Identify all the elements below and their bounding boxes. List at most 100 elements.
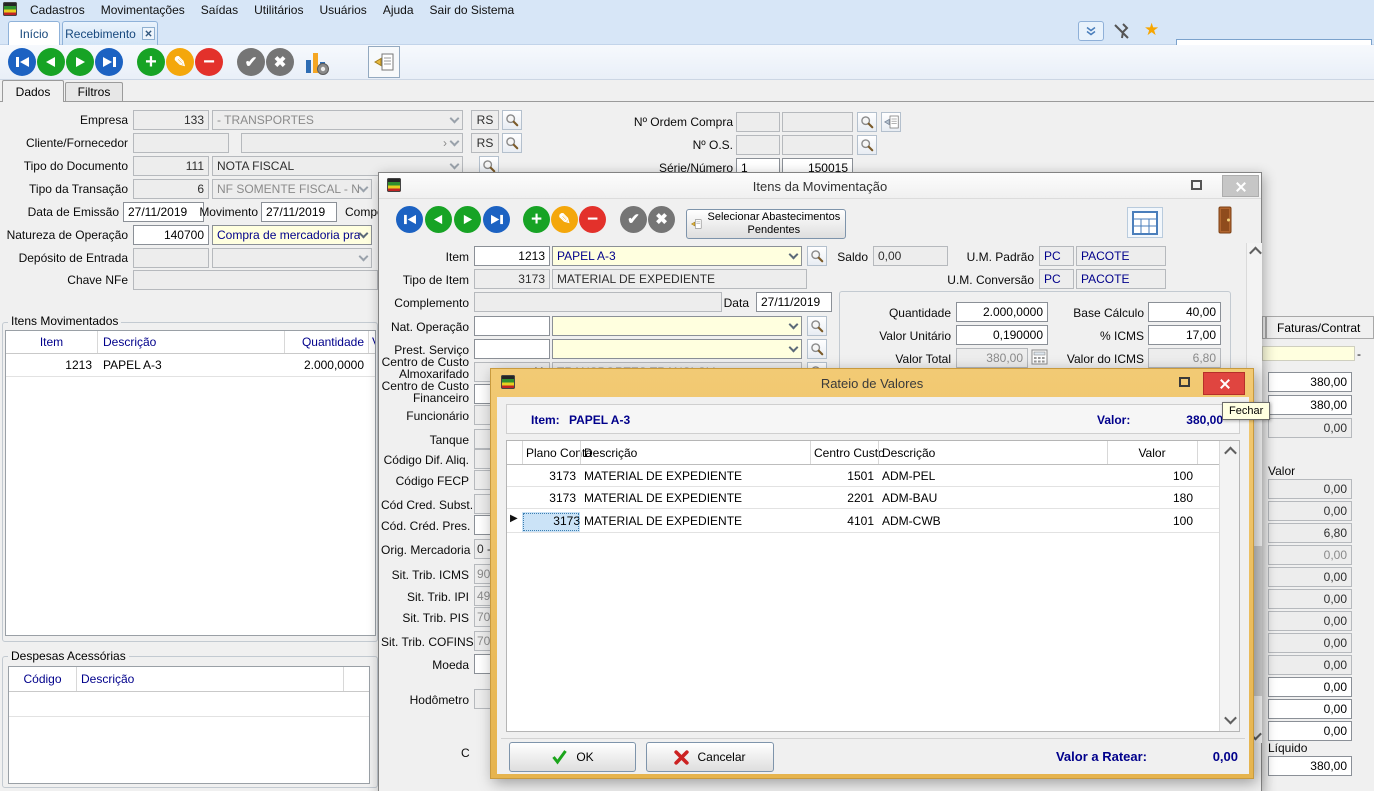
close-icon[interactable]: [1203, 372, 1245, 395]
nat-operacao-code-field[interactable]: [474, 316, 550, 336]
scroll-up-icon[interactable]: [1221, 443, 1240, 459]
rateio-row-centro[interactable]: 2201: [810, 491, 874, 505]
base-calculo-field[interactable]: 40,00: [1148, 302, 1221, 322]
prest-servico-search-button[interactable]: [807, 339, 827, 359]
rateio-row-valor[interactable]: 180: [1107, 491, 1193, 505]
menu-sair[interactable]: Sair do Sistema: [422, 3, 523, 17]
imposto-field-1[interactable]: 0,00: [1268, 479, 1352, 499]
imposto-field-6[interactable]: 0,00: [1268, 589, 1352, 609]
table-row-item[interactable]: 1213: [6, 358, 92, 372]
menu-movimentacoes[interactable]: Movimentações: [93, 3, 193, 17]
imposto-field-12[interactable]: 0,00: [1268, 721, 1352, 741]
delete-record-button[interactable]: −: [195, 48, 223, 76]
calculator-icon[interactable]: [1031, 349, 1048, 368]
item-code-field[interactable]: 1213: [474, 246, 550, 266]
report-chart-icon[interactable]: [303, 49, 331, 80]
cancelar-button[interactable]: Cancelar: [646, 742, 774, 772]
nat-operacao-search-button[interactable]: [807, 316, 827, 336]
nav-next-button[interactable]: [66, 48, 94, 76]
cliente-combo[interactable]: ›: [241, 133, 463, 153]
tipo-item-code-field[interactable]: 3173: [474, 269, 550, 289]
deposito-code-field[interactable]: [133, 248, 209, 268]
unpin-icon[interactable]: [1113, 22, 1130, 43]
despesas-acessorias-grid[interactable]: Código Descrição: [8, 666, 370, 784]
total-field-2[interactable]: 380,00: [1268, 395, 1352, 415]
empresa-code-field[interactable]: 133: [133, 110, 209, 130]
liquido-field[interactable]: 380,00: [1268, 756, 1352, 776]
prest-servico-code-field[interactable]: [474, 339, 550, 359]
rateio-row-descricao[interactable]: MATERIAL DE EXPEDIENTE: [584, 469, 804, 483]
column-header[interactable]: Descrição: [81, 672, 281, 686]
tab-dados[interactable]: Dados: [2, 80, 64, 102]
nat-operacao-combo[interactable]: [552, 316, 802, 336]
menu-utilitarios[interactable]: Utilitários: [246, 3, 311, 17]
itens-movimentados-grid[interactable]: Item Descrição Quantidade V 1213 PAPEL A…: [5, 330, 376, 636]
itens-window-titlebar[interactable]: Itens da Movimentação: [379, 173, 1261, 199]
valor-icms-field[interactable]: 6,80: [1148, 348, 1221, 368]
column-header[interactable]: Código: [9, 672, 76, 686]
column-header[interactable]: Descrição: [584, 446, 734, 460]
rateio-row-descricao2[interactable]: ADM-CWB: [882, 514, 1092, 528]
item-combo[interactable]: PAPEL A-3: [552, 246, 802, 266]
rateio-row-descricao[interactable]: MATERIAL DE EXPEDIENTE: [584, 514, 804, 528]
um-conversao-code-field[interactable]: PC: [1039, 269, 1074, 289]
cancel-button[interactable]: ✖: [266, 48, 294, 76]
ordem-compra-import-button[interactable]: [881, 112, 901, 132]
scroll-up-icon[interactable]: [1248, 243, 1262, 259]
rateio-row-plano[interactable]: 3173: [522, 469, 576, 483]
os-serie-field[interactable]: [736, 135, 780, 155]
ok-button[interactable]: OK: [509, 742, 636, 772]
selecionar-abastecimentos-button[interactable]: Selecionar Abastecimentos Pendentes: [686, 209, 846, 239]
item-add-button[interactable]: +: [523, 206, 550, 233]
tipo-transacao-code-field[interactable]: 6: [133, 179, 209, 199]
grid-view-button[interactable]: [1127, 207, 1163, 238]
ordem-compra-serie-field[interactable]: [736, 112, 780, 132]
rateio-row-centro[interactable]: 1501: [810, 469, 874, 483]
item-cancel-button[interactable]: ✖: [648, 206, 675, 233]
imposto-field-5[interactable]: 0,00: [1268, 567, 1352, 587]
um-conversao-name-field[interactable]: PACOTE: [1076, 269, 1166, 289]
item-nav-last-button[interactable]: [483, 206, 510, 233]
rateio-grid-scrollbar[interactable]: [1219, 441, 1240, 731]
total-field-3[interactable]: 0,00: [1268, 418, 1352, 438]
imposto-field-9[interactable]: 0,00: [1268, 655, 1352, 675]
item-delete-button[interactable]: −: [579, 206, 606, 233]
rateio-row-descricao[interactable]: MATERIAL DE EXPEDIENTE: [584, 491, 804, 505]
imposto-field-11[interactable]: 0,00: [1268, 699, 1352, 719]
close-icon[interactable]: [1222, 175, 1259, 197]
item-nav-previous-button[interactable]: [425, 206, 452, 233]
tipo-documento-code-field[interactable]: 111: [133, 156, 209, 176]
cliente-code-field[interactable]: [133, 133, 229, 153]
menu-usuarios[interactable]: Usuários: [311, 3, 374, 17]
tab-inicio[interactable]: Início: [8, 21, 60, 45]
nav-first-button[interactable]: [8, 48, 36, 76]
column-header[interactable]: Quantidade: [288, 335, 364, 349]
tab-filtros[interactable]: Filtros: [65, 82, 123, 101]
item-edit-button[interactable]: ✎: [551, 206, 578, 233]
process-document-button[interactable]: [368, 46, 400, 78]
um-padrao-code-field[interactable]: PC: [1039, 246, 1074, 266]
add-record-button[interactable]: +: [137, 48, 165, 76]
imposto-field-3[interactable]: 6,80: [1268, 523, 1352, 543]
pct-icms-field[interactable]: 17,00: [1148, 325, 1221, 345]
rateio-row-valor[interactable]: 100: [1107, 514, 1193, 528]
natureza-code-field[interactable]: 140700: [133, 225, 209, 245]
rateio-row-valor[interactable]: 100: [1107, 469, 1193, 483]
tab-recebimento[interactable]: Recebimento: [62, 21, 158, 45]
rateio-row-plano[interactable]: 3173: [522, 491, 576, 505]
maximize-icon[interactable]: [1191, 180, 1202, 190]
column-header[interactable]: Centro Custo: [814, 446, 884, 460]
natureza-combo[interactable]: Compra de mercadoria pra uso: [212, 225, 372, 245]
rateio-row-plano-selected[interactable]: 3173: [522, 512, 580, 532]
column-header[interactable]: V: [372, 335, 376, 349]
exit-door-icon[interactable]: [1215, 206, 1235, 237]
rateio-row-centro[interactable]: 4101: [810, 514, 874, 528]
confirm-button[interactable]: ✔: [237, 48, 265, 76]
menu-cadastros[interactable]: Cadastros: [22, 3, 93, 17]
table-row-descricao[interactable]: PAPEL A-3: [103, 358, 283, 372]
table-row-quantidade[interactable]: 2.000,0000: [288, 358, 364, 372]
maximize-icon[interactable]: [1179, 377, 1190, 387]
data-field[interactable]: 27/11/2019: [756, 292, 832, 312]
prest-servico-combo[interactable]: [552, 339, 802, 359]
item-nav-first-button[interactable]: [396, 206, 423, 233]
